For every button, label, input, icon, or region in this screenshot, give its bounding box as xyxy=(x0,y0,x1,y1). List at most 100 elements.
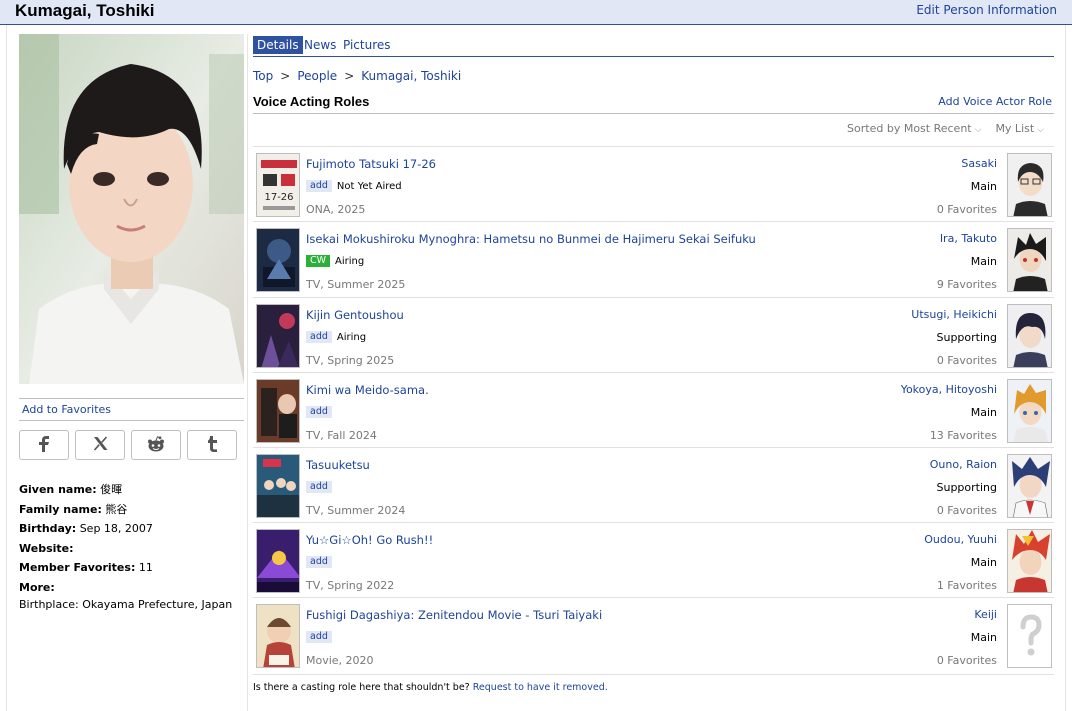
birthplace-text: Birthplace: Okayama Prefecture, Japan xyxy=(19,598,233,611)
add-to-list-button[interactable]: add xyxy=(306,331,332,343)
table-row: Kijin Gentoushou add Airing TV, Spring 2… xyxy=(253,297,1054,373)
character-name-link[interactable]: Ouno, Raion xyxy=(930,458,997,471)
table-row: 17-26 Fujimoto Tatsuki 17-26 add Not Yet… xyxy=(253,146,1054,222)
anime-thumbnail[interactable] xyxy=(256,604,300,668)
anime-type-season: TV, Spring 2025 xyxy=(306,354,395,367)
character-thumbnail[interactable] xyxy=(1007,379,1052,443)
family-name-value: 熊谷 xyxy=(105,502,128,516)
role-type: Main xyxy=(970,631,997,644)
x-icon xyxy=(93,436,108,454)
currently-watching-badge[interactable]: CW xyxy=(306,255,331,267)
add-to-list-button[interactable]: add xyxy=(306,406,332,418)
anime-status: CW Airing xyxy=(306,255,364,267)
person-photo[interactable] xyxy=(19,34,244,384)
breadcrumb-people[interactable]: People xyxy=(297,69,337,83)
section-title: Voice Acting Roles xyxy=(253,94,370,109)
given-name-value: 俊暉 xyxy=(100,483,123,496)
airing-status: Airing xyxy=(335,255,365,267)
my-list-label[interactable]: My List xyxy=(995,122,1034,135)
role-type: Main xyxy=(970,556,997,569)
anime-title-link[interactable]: Fujimoto Tatsuki 17-26 xyxy=(306,157,436,171)
character-name-link[interactable]: Ira, Takuto xyxy=(940,232,997,245)
table-row: Tasuuketsu add TV, Summer 2024 Ouno, Rai… xyxy=(253,447,1054,523)
character-name-link[interactable]: Utsugi, Heikichi xyxy=(911,308,997,321)
anime-thumbnail[interactable] xyxy=(256,529,300,593)
x-share-button[interactable] xyxy=(75,430,125,460)
add-to-list-button[interactable]: add xyxy=(306,556,332,568)
anime-type-season: TV, Fall 2024 xyxy=(306,429,377,442)
removal-notice: Is there a casting role here that should… xyxy=(253,682,608,693)
anime-title-link[interactable]: Isekai Mokushiroku Mynoghra: Hametsu no … xyxy=(306,232,756,246)
anime-type-season: TV, Spring 2022 xyxy=(306,579,395,592)
birthday-value: Sep 18, 2007 xyxy=(79,522,153,535)
character-name-link[interactable]: Keiji xyxy=(974,608,997,621)
character-thumbnail[interactable] xyxy=(1007,304,1052,368)
character-name-link[interactable]: Oudou, Yuuhi xyxy=(924,533,997,546)
character-thumbnail[interactable] xyxy=(1007,228,1052,292)
tumblr-share-button[interactable] xyxy=(187,430,237,460)
tab-details[interactable]: Details xyxy=(253,36,303,54)
facebook-icon xyxy=(38,435,50,455)
anime-title-link[interactable]: Tasuuketsu xyxy=(306,458,370,472)
table-row: Yu☆Gi☆Oh! Go Rush!! add TV, Spring 2022 … xyxy=(253,522,1054,598)
table-row: Isekai Mokushiroku Mynoghra: Hametsu no … xyxy=(253,221,1054,297)
chevron-down-icon: ⌵ xyxy=(974,125,982,135)
edit-person-link[interactable]: Edit Person Information xyxy=(916,3,1057,17)
add-to-favorites-label[interactable]: Add to Favorites xyxy=(22,403,111,416)
sort-label[interactable]: Sorted by Most Recent xyxy=(847,122,972,135)
my-list-dropdown[interactable]: My List ⌵ xyxy=(995,122,1044,135)
tab-news[interactable]: News xyxy=(300,36,340,54)
character-favorites: 13 Favorites xyxy=(929,429,997,442)
website-label: Website: xyxy=(19,541,74,555)
reddit-share-button[interactable] xyxy=(131,430,181,460)
breadcrumb-separator: > xyxy=(280,69,291,83)
anime-status: add xyxy=(306,481,337,493)
anime-thumbnail[interactable]: 17-26 xyxy=(256,153,300,217)
anime-type-season: ONA, 2025 xyxy=(306,203,366,216)
anime-thumbnail[interactable] xyxy=(256,454,300,518)
birthday-label: Birthday: xyxy=(19,522,77,535)
character-name-link[interactable]: Yokoya, Hitoyoshi xyxy=(901,383,997,396)
character-favorites: 0 Favorites xyxy=(936,654,997,667)
anime-title-link[interactable]: Kimi wa Meido-sama. xyxy=(306,383,429,397)
tab-pictures[interactable]: Pictures xyxy=(339,36,395,54)
person-info: Given name: 俊暉 Family name: 熊谷 Birthday:… xyxy=(19,482,245,617)
svg-text:17-26: 17-26 xyxy=(264,192,293,203)
add-voice-actor-role-link[interactable]: Add Voice Actor Role xyxy=(938,95,1052,108)
character-thumbnail[interactable] xyxy=(1007,529,1052,593)
breadcrumb-top[interactable]: Top xyxy=(253,69,273,83)
character-favorites: 0 Favorites xyxy=(936,354,997,367)
role-type: Main xyxy=(970,406,997,419)
chevron-down-icon: ⌵ xyxy=(1037,125,1044,135)
request-removal-link[interactable]: Request to have it removed. xyxy=(473,682,608,693)
share-buttons xyxy=(19,430,245,462)
add-to-list-button[interactable]: add xyxy=(306,631,332,643)
member-favorites-label: Member Favorites: xyxy=(19,561,136,574)
page-header: Kumagai, Toshiki Edit Person Information xyxy=(0,0,1072,25)
character-thumbnail[interactable] xyxy=(1007,604,1052,668)
more-label: More: xyxy=(19,580,55,594)
add-to-favorites[interactable]: Add to Favorites xyxy=(19,398,244,421)
anime-type-season: TV, Summer 2024 xyxy=(306,504,406,517)
sort-dropdown[interactable]: Sorted by Most Recent ⌵ xyxy=(847,122,981,135)
breadcrumb-person[interactable]: Kumagai, Toshiki xyxy=(361,69,461,83)
character-favorites: 1 Favorites xyxy=(936,579,997,592)
anime-title-link[interactable]: Fushigi Dagashiya: Zenitendou Movie - Ts… xyxy=(306,608,602,622)
member-favorites-value: 11 xyxy=(138,561,153,574)
anime-thumbnail[interactable] xyxy=(256,228,300,292)
anime-status: add xyxy=(306,556,337,568)
add-to-list-button[interactable]: add xyxy=(306,180,332,192)
anime-title-link[interactable]: Yu☆Gi☆Oh! Go Rush!! xyxy=(306,533,433,547)
role-type: Main xyxy=(970,255,997,268)
anime-thumbnail[interactable] xyxy=(256,379,300,443)
column-divider xyxy=(247,34,248,711)
character-name-link[interactable]: Sasaki xyxy=(961,157,997,170)
character-thumbnail[interactable] xyxy=(1007,454,1052,518)
tumblr-icon xyxy=(207,435,218,455)
add-to-list-button[interactable]: add xyxy=(306,481,332,493)
facebook-share-button[interactable] xyxy=(19,430,69,460)
character-thumbnail[interactable] xyxy=(1007,153,1052,217)
reddit-icon xyxy=(147,435,165,455)
anime-thumbnail[interactable] xyxy=(256,304,300,368)
anime-title-link[interactable]: Kijin Gentoushou xyxy=(306,308,404,322)
